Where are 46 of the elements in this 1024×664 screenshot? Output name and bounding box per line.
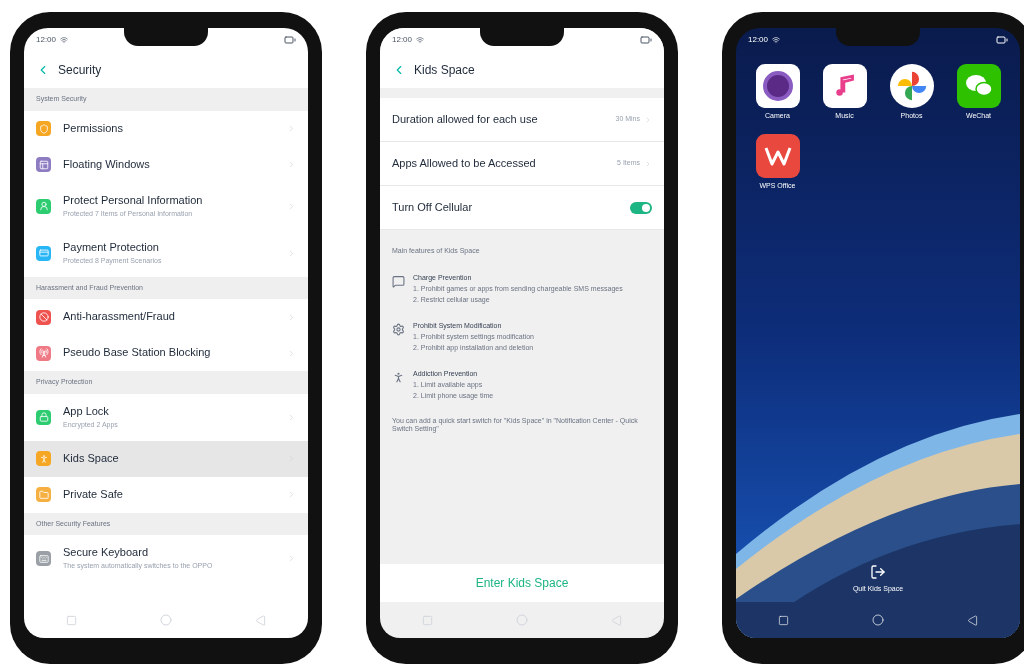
row-label: Secure Keyboard: [63, 546, 149, 560]
toggle-switch[interactable]: [630, 201, 652, 214]
row-label: Anti-harassment/Fraud: [63, 310, 176, 324]
row-label: Protect Personal Information: [63, 193, 204, 208]
exit-icon[interactable]: [870, 563, 886, 580]
chevron-icon: [287, 312, 296, 322]
row-label: Pseudo Base Station Blocking: [63, 346, 212, 360]
chevron-icon: [287, 412, 296, 422]
office-app-icon[interactable]: [755, 133, 800, 178]
chevron-icon: [287, 554, 296, 563]
wifi-icon: [772, 36, 781, 44]
row-label: Floating Windows: [63, 157, 151, 172]
person-icon: [392, 370, 405, 384]
chevron-icon: [287, 348, 296, 358]
settings-icon: [392, 322, 405, 336]
chevron-icon: [644, 159, 652, 168]
status-time: 12:00: [748, 34, 769, 46]
setting-label: Apps Allowed to be Accessed: [392, 156, 536, 172]
row-label: Kids Space: [63, 451, 120, 466]
status-time: 12:00: [392, 34, 413, 46]
battery-icon: [996, 34, 1008, 46]
row-label: App Lock: [63, 404, 110, 419]
battery-icon: [640, 34, 652, 46]
row-label: Payment Protection: [63, 240, 160, 255]
screen-title: Security: [58, 62, 102, 79]
row-label: Permissions: [63, 121, 124, 136]
chevron-icon: [287, 248, 296, 258]
setting-label: Duration allowed for each use: [392, 112, 538, 128]
wifi-icon: [416, 36, 425, 44]
settings-row[interactable]: Kids Space: [24, 440, 308, 477]
row-label: Private Safe: [63, 487, 124, 502]
chevron-icon: [287, 201, 296, 211]
camera-app-icon[interactable]: [755, 64, 800, 108]
wifi-icon: [60, 36, 69, 44]
chevron-icon: [287, 160, 296, 169]
chat-app-icon[interactable]: [956, 64, 1001, 108]
status-time: 12:00: [36, 34, 57, 46]
chevron-icon: [287, 124, 296, 133]
screen-title: Kids Space: [414, 62, 475, 79]
pinwheel-app-icon[interactable]: [889, 64, 934, 108]
message-icon: [392, 274, 405, 288]
chevron-icon: [644, 115, 652, 124]
setting-label: Turn Off Cellular: [392, 200, 473, 216]
music-app-icon[interactable]: [822, 64, 867, 108]
chevron-icon: [287, 490, 296, 499]
battery-icon: [284, 34, 296, 46]
